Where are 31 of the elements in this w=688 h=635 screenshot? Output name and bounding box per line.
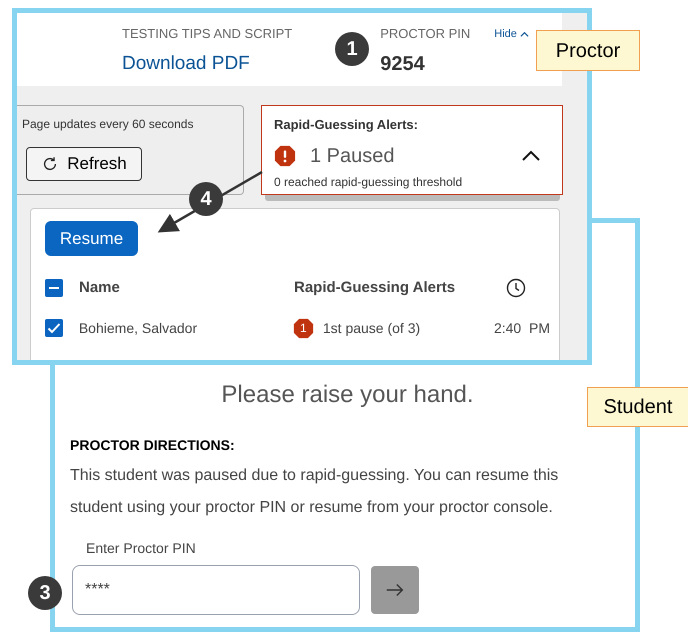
download-link[interactable]: Download PDF [122, 50, 292, 78]
column-header: Name [79, 278, 120, 298]
checkbox[interactable] [45, 279, 63, 297]
refresh-button[interactable]: Refresh [26, 147, 142, 181]
proctor-tag: Proctor [536, 30, 640, 71]
proctor-pin: 9254 [380, 52, 426, 76]
student-name: Bohieme, Salvador [78, 318, 198, 338]
alert-subtitle: 0 reached rapid-guessing threshold [274, 174, 464, 190]
directions-title: PROCTOR DIRECTIONS: [70, 436, 236, 455]
clock-icon [506, 278, 526, 298]
paused-count: 1 Paused [310, 144, 395, 168]
raise-hand-heading: Please raise your hand. [221, 383, 474, 407]
minus-icon [49, 287, 59, 289]
pin-input-field[interactable]: **** [72, 565, 360, 615]
resume-button[interactable]: Resume [45, 221, 138, 256]
hide-link[interactable]: Hide [494, 26, 529, 42]
tips-label: TESTING TIPS AND SCRIPT [122, 25, 292, 43]
student-tag: Student [587, 387, 688, 427]
alert-status: 1st pause (of 3) [322, 318, 420, 338]
alert-icon [274, 144, 296, 166]
callout-number: 3 [28, 576, 62, 610]
alert-panel-title: Rapid-Guessing Alerts: [274, 116, 419, 134]
pin-field-label: Enter Proctor PIN [86, 539, 197, 558]
update-note: Page updates every 60 seconds [22, 116, 194, 133]
directions-text: This student was paused due to rapid-guessing. You can resume this student using your proctor PIN or resume from your proctor console. [70, 466, 560, 518]
column-header: Rapid-Guessing Alerts [294, 278, 456, 298]
checkbox[interactable] [45, 319, 63, 337]
pin-label: PROCTOR PIN [380, 25, 470, 43]
alert-count-badge: 1 [292, 318, 314, 338]
chevron-up-icon [520, 30, 529, 39]
alert-time: 2:40 PM [494, 318, 550, 338]
